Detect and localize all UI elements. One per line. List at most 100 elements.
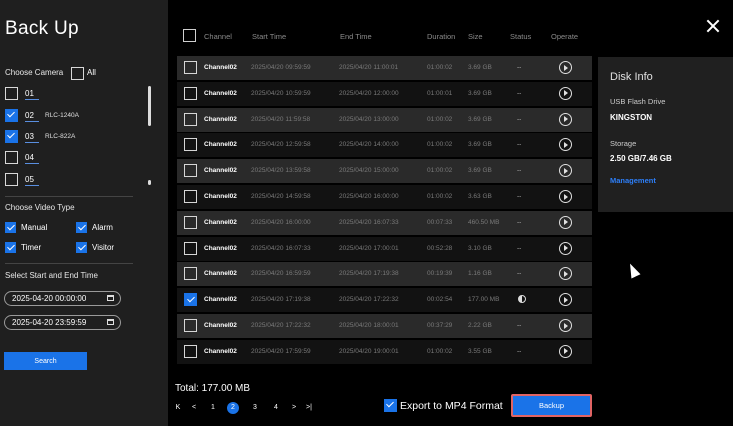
export-mp4-checkbox[interactable] bbox=[384, 399, 397, 412]
play-icon[interactable] bbox=[559, 138, 572, 152]
play-icon[interactable] bbox=[559, 344, 572, 358]
cell-end-time: 2025/04/20 13:00:00 bbox=[339, 115, 399, 123]
timer-checkbox[interactable] bbox=[5, 242, 16, 253]
table-row[interactable]: Channel02 2025/04/20 11:59:58 2025/04/20 1… bbox=[177, 107, 592, 132]
table-row[interactable]: Channel02 2025/04/20 16:07:33 2025/04/20 1… bbox=[177, 236, 592, 261]
row-checkbox[interactable] bbox=[184, 344, 197, 358]
play-icon[interactable] bbox=[559, 319, 572, 332]
manual-checkbox[interactable] bbox=[5, 222, 16, 233]
cell-channel: Channel02 bbox=[204, 322, 237, 329]
camera-number: 05 bbox=[25, 175, 39, 186]
play-icon[interactable] bbox=[559, 190, 572, 203]
camera-list-scrollbar[interactable] bbox=[148, 86, 151, 126]
cell-status: -- bbox=[517, 115, 522, 123]
cell-end-time: 2025/04/20 17:00:01 bbox=[339, 244, 399, 252]
last-page-icon[interactable]: >| bbox=[303, 402, 315, 414]
first-page-icon[interactable]: K bbox=[172, 402, 184, 414]
cell-end-time: 2025/04/20 11:00:01 bbox=[339, 64, 399, 71]
col-header-status: Status bbox=[510, 32, 532, 41]
play-icon[interactable] bbox=[559, 164, 572, 178]
table-row[interactable]: Channel02 2025/04/20 17:22:32 2025/04/20 1… bbox=[177, 314, 592, 338]
page-4[interactable]: 4 bbox=[270, 402, 282, 414]
cell-status: -- bbox=[517, 270, 522, 278]
camera-checkbox-03[interactable] bbox=[5, 130, 18, 143]
play-icon[interactable] bbox=[559, 293, 572, 307]
camera-number: 04 bbox=[25, 153, 39, 164]
all-cameras-checkbox[interactable] bbox=[71, 67, 84, 80]
table-row[interactable]: Channel02 2025/04/20 17:59:59 2025/04/20 1… bbox=[177, 339, 592, 364]
start-time-field[interactable]: 2025-04-20 00:00:00 bbox=[4, 291, 121, 306]
row-checkbox[interactable] bbox=[184, 267, 197, 281]
cell-start-time: 2025/04/20 09:59:59 bbox=[251, 64, 311, 71]
end-time-field[interactable]: 2025-04-20 23:59:59 bbox=[4, 315, 121, 330]
cell-status: -- bbox=[517, 89, 522, 97]
camera-checkbox-05[interactable] bbox=[5, 173, 18, 186]
play-icon[interactable] bbox=[559, 86, 572, 100]
row-checkbox[interactable] bbox=[184, 319, 197, 332]
row-checkbox[interactable] bbox=[184, 241, 197, 255]
page-3[interactable]: 3 bbox=[249, 402, 261, 414]
table-row[interactable]: Channel02 2025/04/20 17:19:38 2025/04/20 1… bbox=[177, 288, 592, 313]
table-row[interactable]: Channel02 2025/04/20 09:59:59 2025/04/20 1… bbox=[177, 56, 592, 80]
timer-label: Timer bbox=[21, 243, 42, 252]
cell-duration: 00:02:54 bbox=[427, 296, 453, 304]
select-all-checkbox[interactable] bbox=[183, 29, 196, 42]
end-time-value: 2025-04-20 23:59:59 bbox=[12, 318, 87, 327]
backup-button[interactable]: Backup bbox=[511, 394, 592, 417]
cell-end-time: 2025/04/20 12:00:00 bbox=[339, 89, 399, 97]
row-checkbox[interactable] bbox=[184, 61, 197, 74]
row-checkbox[interactable] bbox=[184, 190, 197, 203]
play-icon[interactable] bbox=[559, 267, 572, 281]
row-checkbox[interactable] bbox=[184, 215, 197, 229]
visitor-label: Visitor bbox=[92, 243, 115, 252]
cell-end-time: 2025/04/20 14:00:00 bbox=[339, 141, 399, 149]
camera-checkbox-02[interactable] bbox=[5, 109, 18, 122]
row-checkbox[interactable] bbox=[184, 138, 197, 152]
cell-status: -- bbox=[517, 322, 522, 329]
col-header-duration: Duration bbox=[427, 32, 456, 41]
play-icon[interactable] bbox=[559, 215, 572, 229]
table-row[interactable]: Channel02 2025/04/20 16:00:00 2025/04/20 1… bbox=[177, 210, 592, 235]
camera-list-scrollbar-end bbox=[148, 180, 151, 185]
camera-checkbox-01[interactable] bbox=[5, 87, 18, 100]
cell-end-time: 2025/04/20 16:07:33 bbox=[339, 218, 399, 226]
search-button[interactable]: Search bbox=[4, 352, 87, 370]
half-circle-icon bbox=[518, 295, 526, 304]
cell-channel: Channel02 bbox=[204, 167, 237, 175]
table-row[interactable]: Channel02 2025/04/20 14:59:58 2025/04/20 1… bbox=[177, 185, 592, 209]
table-row[interactable]: Channel02 2025/04/20 10:59:59 2025/04/20 1… bbox=[177, 81, 592, 106]
table-row[interactable]: Channel02 2025/04/20 16:59:59 2025/04/20 1… bbox=[177, 262, 592, 287]
prev-page-icon[interactable]: < bbox=[188, 402, 200, 414]
close-icon[interactable] bbox=[706, 19, 720, 33]
cell-size: 3.69 GB bbox=[468, 141, 492, 149]
choose-video-type-label: Choose Video Type bbox=[5, 203, 75, 212]
page-1[interactable]: 1 bbox=[207, 402, 219, 414]
play-icon[interactable] bbox=[559, 61, 572, 74]
row-checkbox[interactable] bbox=[184, 164, 197, 178]
calendar-icon[interactable] bbox=[107, 295, 114, 301]
next-page-icon[interactable]: > bbox=[288, 402, 300, 414]
cell-size: 1.16 GB bbox=[468, 270, 492, 278]
management-link[interactable]: Management bbox=[610, 176, 656, 185]
table-row[interactable]: Channel02 2025/04/20 13:59:58 2025/04/20 1… bbox=[177, 159, 592, 184]
row-checkbox[interactable] bbox=[184, 293, 197, 307]
calendar-icon[interactable] bbox=[107, 319, 114, 325]
row-checkbox[interactable] bbox=[184, 112, 197, 126]
cell-channel: Channel02 bbox=[204, 193, 237, 200]
play-icon[interactable] bbox=[559, 241, 572, 255]
page-2[interactable]: 2 bbox=[227, 402, 239, 414]
all-cameras-label: All bbox=[87, 68, 96, 77]
table-row[interactable]: Channel02 2025/04/20 12:59:58 2025/04/20 1… bbox=[177, 133, 592, 158]
divider bbox=[5, 263, 133, 264]
cell-channel: Channel02 bbox=[204, 347, 237, 355]
play-icon[interactable] bbox=[559, 112, 572, 126]
cell-duration: 01:00:02 bbox=[427, 115, 453, 123]
cell-channel: Channel02 bbox=[204, 218, 237, 226]
visitor-checkbox[interactable] bbox=[76, 242, 87, 253]
filter-panel: Back Up Choose Camera All 01 02 RLC-1240A 0… bbox=[0, 0, 168, 426]
cell-start-time: 2025/04/20 16:07:33 bbox=[251, 244, 311, 252]
camera-checkbox-04[interactable] bbox=[5, 151, 18, 164]
alarm-checkbox[interactable] bbox=[76, 222, 87, 233]
row-checkbox[interactable] bbox=[184, 86, 197, 100]
cell-start-time: 2025/04/20 16:00:00 bbox=[251, 218, 311, 226]
